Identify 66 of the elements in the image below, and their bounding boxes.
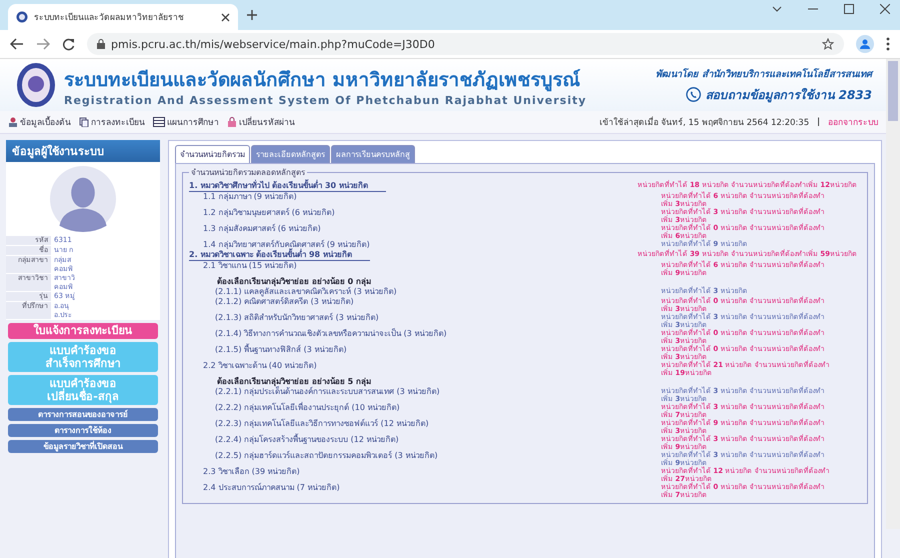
group-title: (2.1.2) คณิตศาสตร์ดิสครีต (3 หน่วยกิต) (215, 297, 354, 306)
new-tab-icon[interactable] (246, 9, 258, 21)
maximize-icon[interactable] (844, 4, 854, 14)
logout-link[interactable]: ออกจากระบบ (828, 115, 878, 129)
star-icon[interactable] (822, 38, 834, 50)
separator-text: | (817, 117, 820, 127)
nav-link[interactable]: เปลี่ยนรหัสผ่าน (227, 115, 295, 129)
avatar-silhouette (50, 166, 116, 232)
fieldset-legend: จำนวนหน่วยกิตรวมตลอดหลักสูตร (189, 166, 307, 179)
sidebar-button[interactable]: ข้อมูลรายวิชาที่เปิดสอน (8, 440, 158, 453)
group-title: 2.3 วิชาเลือก (39 หน่วยกิต) (203, 467, 300, 476)
group-title: (2.2.1) กลุ่มประเด็นด้านองค์การและระบบสารสนเทศ (3 หน่วยกิต) (215, 387, 440, 396)
tab[interactable]: จำนวนหน่วยกิตรวม (175, 145, 250, 163)
close-icon[interactable] (221, 12, 230, 22)
profile-avatar[interactable] (856, 35, 874, 53)
nav-link[interactable]: แผนการศึกษา (153, 115, 219, 129)
university-seal-icon (16, 11, 28, 23)
category-title: 2. หมวดวิชาเฉพาะ ต้องเรียนขั้นต่ำ 98 หน่วยกิต (189, 250, 370, 261)
documents-icon (79, 117, 89, 127)
group-title: (2.2.3) กลุ่มเทคโนโลยีและวิธีการทางซอฟต์แวร์ (12 หน่วยกิต) (215, 419, 429, 428)
close-icon[interactable] (880, 4, 890, 14)
url-text: pmis.pcru.ac.th/mis/webservice/main.php?muCode=J30D0 (111, 38, 435, 50)
developer-credit: พัฒนาโดย สำนักวิทยบริการและเทคโนโลยีสารสนเทศ (656, 67, 872, 81)
person-icon (860, 39, 870, 49)
address-bar[interactable]: pmis.pcru.ac.th/mis/webservice/main.php?muCode=J30D0 (87, 33, 844, 55)
sidebar-button[interactable]: ตารางการสอนของอาจารย์ (8, 408, 158, 421)
scrollbar[interactable] (886, 59, 900, 529)
group-note: ต้องเลือกเรียนกลุ่มวิชาย่อย อย่างน้อย 5 กลุ่ม (217, 377, 371, 386)
reload-icon[interactable] (62, 38, 75, 50)
group-title: (2.1.3) สถิติสำหรับนักวิทยาศาสตร์ (3 หน่วยกิต) (215, 313, 379, 322)
group-title: 2.1 วิชาแกน (15 หน่วยกิต) (203, 261, 297, 270)
site-subtitle: Registration And Assessment System Of Phetchabun Rajabhat University (64, 94, 588, 106)
group-title: (2.2.5) กลุ่มฮาร์ดแวร์และสถาปัตยกรรมคอมพิวเตอร์ (3 หน่วยกิต) (215, 451, 438, 460)
last-login-text: เข้าใช้ล่าสุดเมื่อ จันทร์, 15 พฤศจิกายน 2564 12:20:35 (599, 115, 810, 129)
group-title: (2.1.1) แคลคูลัสและเลขาคณิตวิเคราะห์ (3 หน่วยกิต) (215, 287, 397, 296)
site-title: ระบบทะเบียนและวัดผลนักศึกษา มหาวิทยาลัยราชภัฏเพชรบูรณ์ (64, 68, 582, 94)
group-title: 1.4 กลุ่มวิทยาศาสตร์กับคณิตศาสตร์ (9 หน่วยกิต) (203, 240, 370, 249)
contact-info: สอบถามข้อมูลการใช้งาน 2833 (705, 87, 872, 104)
group-title: 1.3 กลุ่มสังคมศาสตร์ (6 หน่วยกิต) (203, 224, 321, 233)
group-note: ต้องเลือกเรียนกลุ่มวิชาย่อย อย่างน้อย 0 กลุ่ม (217, 277, 371, 286)
group-title: 1.1 กลุ่มภาษา (9 หน่วยกิต) (203, 192, 297, 201)
table-icon (153, 117, 165, 127)
lock-icon (97, 39, 105, 49)
group-title: 2.4 ประสบการณ์ภาคสนาม (7 หน่วยกิต) (203, 483, 340, 492)
menu-icon[interactable] (886, 37, 890, 51)
group-title: (2.1.4) วิธีทางการคำนวณเชิงตัวเลขหรือความน่าจะเป็น (3 หน่วยกิต) (215, 329, 447, 338)
lock-icon (227, 117, 237, 127)
phone-icon (686, 87, 702, 102)
group-title: 1.2 กลุ่มวิชามนุษยศาสตร์ (6 หน่วยกิต) (203, 208, 335, 217)
group-title: (2.2.2) กลุ่มเทคโนโลยีเพื่องานประยุกต์ (10 หน่วยกิต) (215, 403, 400, 412)
forward-arrow-icon[interactable] (36, 38, 50, 50)
back-arrow-icon[interactable] (10, 38, 24, 50)
category-title: 1. หมวดวิชาศึกษาทั่วไป ต้องเรียนขั้นต่ำ 30 หน่วยกิต (189, 181, 386, 192)
group-title: (2.2.4) กลุ่มโครงสร้างพื้นฐานของระบบ (12 หน่วยกิต) (215, 435, 399, 444)
nav-link[interactable]: ข้อมูลเบื้องต้น (8, 115, 71, 129)
nav-link[interactable]: การลงทะเบียน (79, 115, 145, 129)
group-title: 2.2 วิชาเฉพาะด้าน (40 หน่วยกิต) (203, 361, 317, 370)
group-title: (2.1.5) พื้นฐานทางฟิสิกส์ (3 หน่วยกิต) (215, 345, 347, 354)
university-seal-icon (16, 62, 56, 108)
sidebar-title: ข้อมูลผู้ใช้งานระบบ (6, 140, 160, 162)
chevron-down-icon[interactable] (772, 4, 782, 14)
person-icon (8, 117, 18, 127)
tab[interactable]: รายละเอียดหลักสูตร (251, 145, 330, 163)
sidebar-button[interactable]: ใบแจ้งการลงทะเบียน (8, 323, 158, 339)
sidebar-button[interactable]: ตารางการใช้ห้อง (8, 424, 158, 437)
tab[interactable]: ผลการเรียนครบหลักสู (331, 145, 415, 163)
